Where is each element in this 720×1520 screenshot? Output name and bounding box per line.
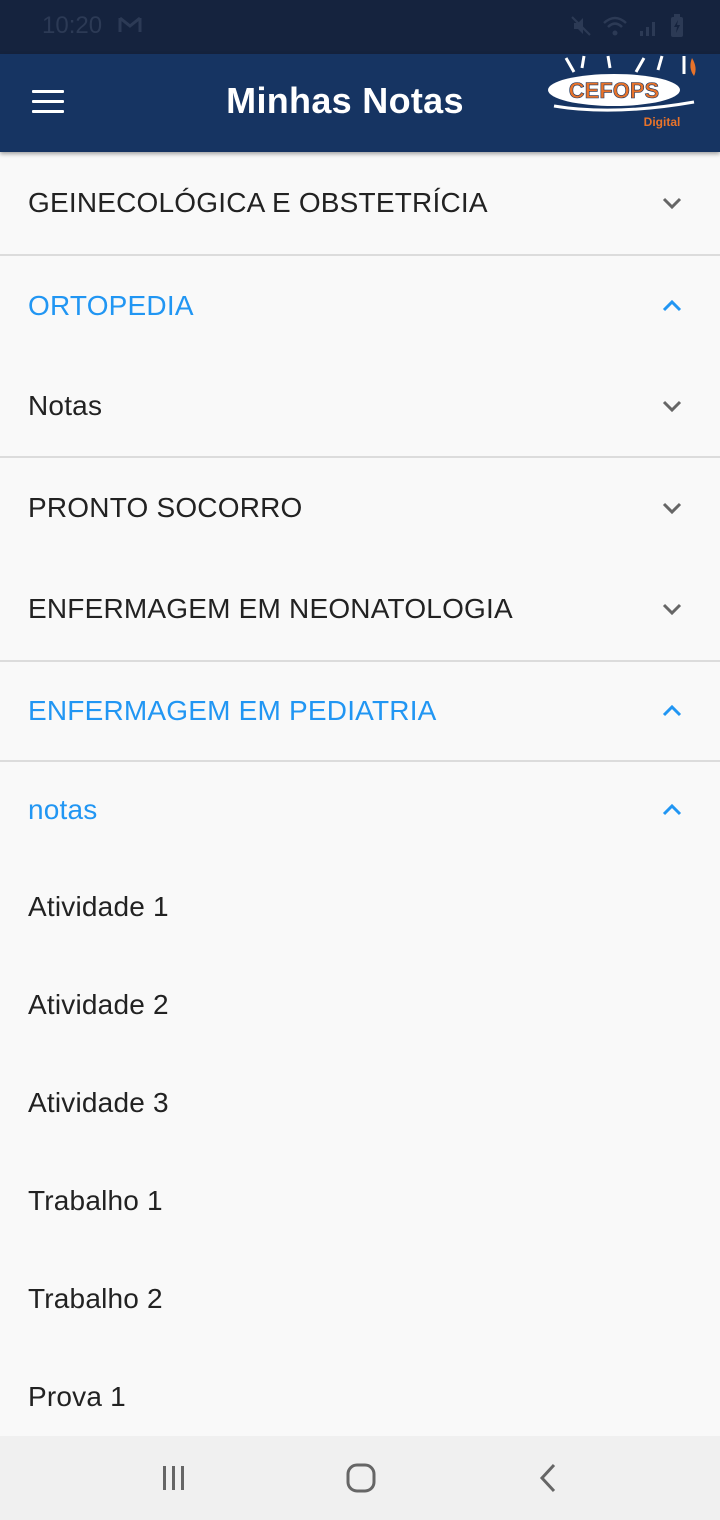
- system-nav-bar: [0, 1436, 720, 1520]
- section-ortopedia[interactable]: ORTOPEDIA: [0, 256, 720, 356]
- grades-list: GEINECOLÓGICA E OBSTETRÍCIA ORTOPEDIA No…: [0, 152, 720, 1446]
- grade-item-label: Atividade 3: [28, 1087, 169, 1118]
- grade-item-label: Prova 1: [28, 1381, 126, 1412]
- logo-text: CEFOPS: [569, 78, 659, 103]
- recent-apps-icon[interactable]: [154, 1462, 194, 1494]
- chevron-up-icon: [662, 803, 682, 816]
- app-bar: Minhas Notas CEFOPS Digital: [0, 54, 720, 152]
- section-label: ENFERMAGEM EM PEDIATRIA: [28, 695, 437, 726]
- chevron-up-icon: [662, 704, 682, 717]
- grade-item-label: Trabalho 1: [28, 1185, 163, 1216]
- chevron-down-icon: [662, 502, 682, 515]
- status-bar: 10:20: [0, 0, 720, 54]
- chevron-down-icon: [662, 400, 682, 413]
- grade-item[interactable]: Trabalho 2: [0, 1250, 720, 1348]
- grade-item-label: Atividade 2: [28, 989, 169, 1020]
- section-neonatologia[interactable]: ENFERMAGEM EM NEONATOLOGIA: [0, 558, 720, 660]
- chevron-up-icon: [662, 299, 682, 312]
- cefops-logo: CEFOPS Digital: [548, 55, 696, 129]
- section-label: GEINECOLÓGICA E OBSTETRÍCIA: [28, 187, 488, 218]
- section-pediatria[interactable]: ENFERMAGEM EM PEDIATRIA: [0, 662, 720, 760]
- mute-icon: [571, 16, 591, 36]
- section-pronto-socorro[interactable]: PRONTO SOCORRO: [0, 458, 720, 558]
- gmail-icon: [118, 16, 142, 32]
- status-time: 10:20: [42, 12, 103, 39]
- subsection-notas-pediatria[interactable]: notas: [0, 762, 720, 858]
- back-icon[interactable]: [528, 1462, 568, 1494]
- grade-item[interactable]: Atividade 2: [0, 956, 720, 1054]
- grade-item-label: Atividade 1: [28, 891, 169, 922]
- chevron-down-icon: [662, 603, 682, 616]
- subsection-notas[interactable]: Notas: [0, 356, 720, 456]
- section-label: ENFERMAGEM EM NEONATOLOGIA: [28, 593, 513, 624]
- section-label: notas: [28, 794, 98, 825]
- section-label: ORTOPEDIA: [28, 290, 194, 321]
- home-icon[interactable]: [341, 1462, 381, 1494]
- grade-item[interactable]: Trabalho 1: [0, 1152, 720, 1250]
- grade-item[interactable]: Atividade 1: [0, 858, 720, 956]
- section-label: PRONTO SOCORRO: [28, 492, 303, 523]
- grade-item[interactable]: Prova 1: [0, 1348, 720, 1446]
- chevron-down-icon: [662, 197, 682, 210]
- logo-subtext: Digital: [644, 115, 681, 129]
- section-label: Notas: [28, 390, 103, 421]
- grade-item[interactable]: Atividade 3: [0, 1054, 720, 1152]
- signal-icon: [640, 22, 655, 36]
- section-geinecologica[interactable]: GEINECOLÓGICA E OBSTETRÍCIA: [0, 152, 720, 254]
- grade-item-label: Trabalho 2: [28, 1283, 163, 1314]
- battery-charging-icon: [671, 14, 683, 37]
- wifi-icon: [603, 16, 627, 36]
